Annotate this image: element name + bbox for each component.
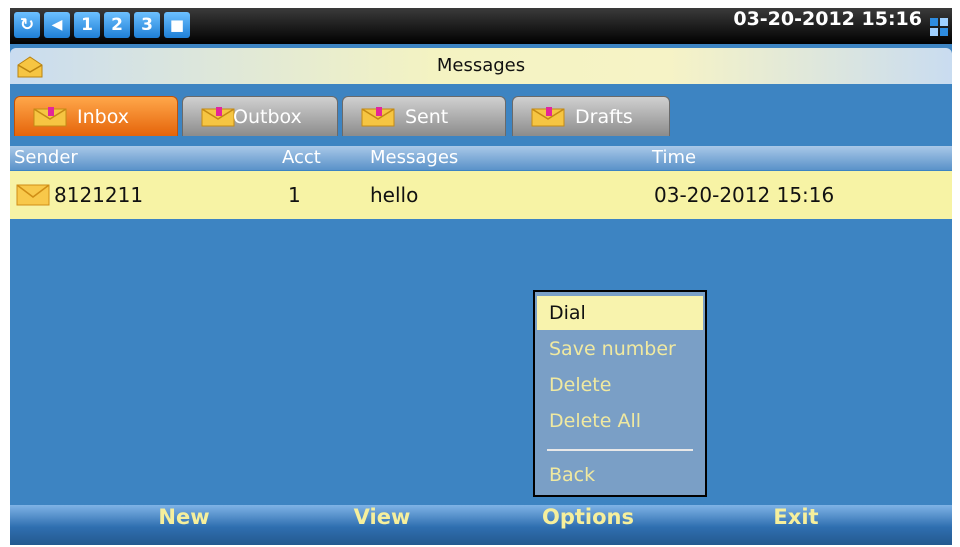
row-time: 03-20-2012 15:16 (654, 183, 835, 207)
volume-icon[interactable]: ◀ (44, 12, 70, 38)
tab-inbox[interactable]: Inbox (14, 96, 178, 136)
menu-item-save-number[interactable]: Save number (537, 332, 703, 366)
tab-outbox[interactable]: Outbox (182, 96, 338, 136)
softkey-new[interactable]: New (114, 505, 254, 545)
menu-divider (547, 449, 693, 451)
page-title: Messages (436, 55, 526, 76)
column-messages[interactable]: Messages (370, 146, 458, 170)
row-message: hello (370, 183, 419, 207)
tab-drafts[interactable]: Drafts (512, 96, 670, 136)
softkey-exit[interactable]: Exit (726, 505, 866, 545)
context-menu: Dial Save number Delete Delete All Back (533, 290, 707, 497)
column-time[interactable]: Time (652, 146, 696, 170)
softkey-view[interactable]: View (312, 505, 452, 545)
grid-icon[interactable] (930, 18, 948, 36)
menu-item-dial[interactable]: Dial (537, 296, 703, 330)
tab-label: Drafts (575, 106, 633, 128)
menu-item-back[interactable]: Back (537, 458, 703, 492)
row-acct: 1 (288, 183, 301, 207)
tab-label: Sent (405, 106, 449, 128)
softkey-bar: New View Options Exit (10, 505, 952, 545)
line-1-indicator[interactable]: 1 (74, 12, 100, 38)
column-sender[interactable]: Sender (14, 146, 78, 170)
phone-screen: ↻ ◀ 1 2 3 ■ 03-20-2012 15:16 Messages In… (10, 8, 952, 545)
line-3-indicator[interactable]: 3 (134, 12, 160, 38)
envelope-icon (33, 107, 67, 127)
status-bar: ↻ ◀ 1 2 3 ■ 03-20-2012 15:16 (10, 8, 952, 44)
softkey-options[interactable]: Options (518, 505, 658, 545)
tab-label: Outbox (233, 106, 302, 128)
sync-icon[interactable]: ↻ (14, 12, 40, 38)
line-2-indicator[interactable]: 2 (104, 12, 130, 38)
title-bar: Messages (10, 48, 952, 84)
tab-label: Inbox (77, 106, 129, 128)
list-header: Sender Acct Messages Time (10, 146, 952, 170)
envelope-icon (361, 107, 395, 127)
tab-sent[interactable]: Sent (342, 96, 506, 136)
envelope-icon (531, 107, 565, 127)
row-sender: 8121211 (54, 183, 144, 207)
menu-item-delete[interactable]: Delete (537, 368, 703, 402)
envelope-icon (16, 184, 50, 206)
table-row[interactable]: 8121211 1 hello 03-20-2012 15:16 (10, 171, 952, 219)
column-acct[interactable]: Acct (282, 146, 321, 170)
envelope-icon (201, 107, 235, 127)
menu-item-delete-all[interactable]: Delete All (537, 404, 703, 438)
sim-icon[interactable]: ■ (164, 12, 190, 38)
status-datetime: 03-20-2012 15:16 (733, 8, 922, 30)
